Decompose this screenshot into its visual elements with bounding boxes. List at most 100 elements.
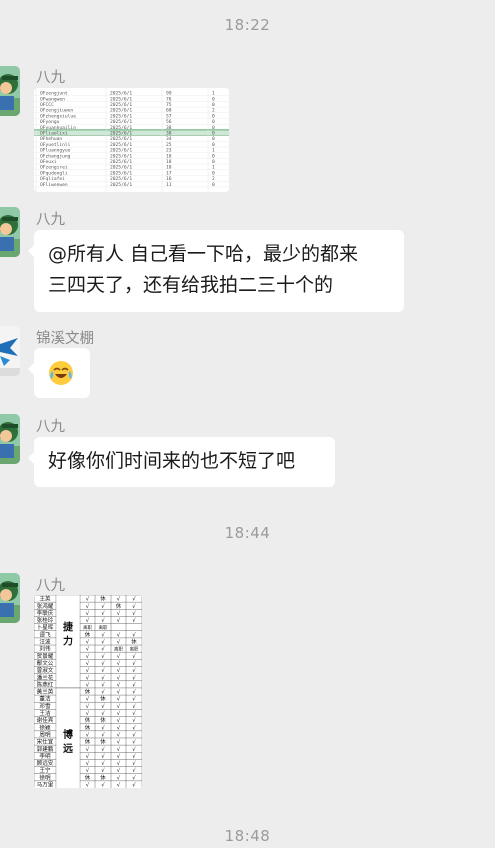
name-cell: 李联庆 [37,609,54,617]
mark-cell: √ [132,610,136,617]
mark-cell: 离职 [99,624,108,631]
group-label: 力 [63,635,73,648]
mark-cell: √ [132,617,136,624]
mark-cell: √ [132,696,136,703]
mark-cell: √ [86,710,90,717]
mark-cell: √ [101,782,105,789]
name-cell: 董洁 [39,695,51,703]
mark-cell: 离职 [114,646,123,653]
sheet-cell: 75 [166,102,172,108]
text-message-bubble[interactable]: @所有人 自己看一下哈，最少的都来 三四天了，还有给我拍二三十个的 [28,230,404,312]
sheet-cell: 11 [166,182,172,188]
sheet-cell: 2025/6/1 [110,119,132,125]
sender-name: 八九 [36,70,65,86]
mark-cell: √ [132,674,136,681]
name-cell: 陈燕红 [37,680,54,688]
mark-cell: √ [86,667,90,674]
mark-cell: √ [101,746,105,753]
mark-cell: √ [101,646,105,653]
sheet-cell: 57 [166,113,172,119]
mark-cell: √ [86,746,90,753]
mark-cell: √ [117,660,121,667]
name-cell: 卜星晖 [37,624,54,631]
sheet-cell: 25 [166,142,172,148]
mark-cell: √ [117,696,121,703]
name-cell: 曾淑文 [37,666,54,674]
mark-cell: √ [132,746,136,753]
name-cell: 王英 [39,595,51,603]
name-cell: 马万里 [37,781,54,789]
sheet-cell: OFqudongli [40,170,68,176]
sheet-cell: OFluanngyue [40,148,71,154]
mark-cell: √ [117,746,121,753]
sender-name: 八九 [36,212,65,228]
sheet-cell: 2025/6/1 [110,165,132,171]
sheet-cell: 2025/6/1 [110,113,132,119]
sheet-cell: OFzengirei [40,165,68,171]
spreadsheet-graphic: OFzengjunt 2025/6/1 99 1 OFwangwen 2025/6/1 76… [34,88,229,192]
name-cell: 刘伟 [39,645,51,653]
name-cell: 李明 [39,752,51,760]
sheet-cell: OFwangwen [40,96,65,102]
mark-cell: √ [86,703,90,710]
sender-name: 锦溪文棚 [36,331,94,347]
avatar[interactable] [0,326,20,376]
mark-cell: √ [86,646,90,653]
sheet-cell: OFyuetlinli [40,142,71,148]
mark-cell: 休 [100,716,106,724]
name-cell: 宋仕宜 [37,738,54,746]
sheet-cell: 2025/6/1 [110,91,132,97]
emoji-message-bubble[interactable] [28,348,90,398]
sheet-cell: 0 [212,102,215,108]
name-cell: 谢佳宾 [37,716,54,724]
mark-cell: √ [117,753,121,760]
avatar[interactable] [0,207,20,257]
mark-cell: √ [101,631,105,638]
mark-cell: √ [101,753,105,760]
sheet-cell: 56 [166,119,172,125]
mark-cell: √ [86,617,90,624]
timestamp: 18:22 [224,16,271,34]
sheet-cell: OFhehuan [40,136,62,142]
timestamp: 18:48 [224,827,271,845]
sheet-cell: 1 [212,148,215,154]
sheet-cell: 2025/6/1 [110,176,132,182]
attendance-spreadsheet-image[interactable]: OFzengjunt 2025/6/1 99 1 OFwangwen 2025/6/1 76… [34,88,229,192]
mark-cell: 休 [85,630,91,638]
mark-cell: 离职 [83,624,92,631]
mark-cell: √ [117,617,121,624]
sheet-cell: 34 [166,136,172,142]
name-cell: 王洁 [39,709,51,717]
name-cell: 郭建鹏 [37,745,54,753]
name-cell: 徐颖 [39,723,51,731]
mark-cell: 休 [116,602,122,610]
sheet-cell: OFzhengxiulue [40,113,76,119]
sheet-cell: 18 [166,165,172,171]
sheet-cell: 0 [212,142,215,148]
sheet-cell: 2025/6/1 [110,153,132,159]
avatar[interactable] [0,414,20,464]
mark-cell: √ [132,681,136,688]
mark-cell: √ [117,724,121,731]
sheet-cell: OFyongu [40,119,60,125]
mark-cell: 休 [85,688,91,696]
mark-cell: √ [117,631,121,638]
sheet-cell: 23 [166,148,172,154]
text-message-bubble[interactable]: 好像你们时间来的也不短了吧 [28,437,335,487]
mark-cell: 离职 [130,646,139,653]
sheet-cell: 2025/6/1 [110,102,132,108]
mark-cell: 休 [85,716,91,724]
mark-cell: √ [101,653,105,660]
name-cell: 黄兰英 [37,688,54,696]
name-cell: 潘兰花 [37,673,54,681]
avatar[interactable] [0,66,20,116]
sheet-cell: 0 [212,153,215,159]
mark-cell: √ [132,689,136,696]
attendance-checklist-image[interactable]: 王英 √ 休 √ √ 张鸿耀 √ √ 休 √ 李联庆 √ √ √ √ 张桂玲 √ √ √ √ 卜星晖 离职 离职 谭飞休 √ √ √… [34,595,142,788]
mark-cell: √ [117,681,121,688]
sheet-cell: OFzengjunt [40,91,68,97]
mark-cell: √ [132,596,136,603]
avatar[interactable] [0,573,20,623]
sheet-cell: 0 [212,182,215,188]
mark-cell: √ [132,717,136,724]
